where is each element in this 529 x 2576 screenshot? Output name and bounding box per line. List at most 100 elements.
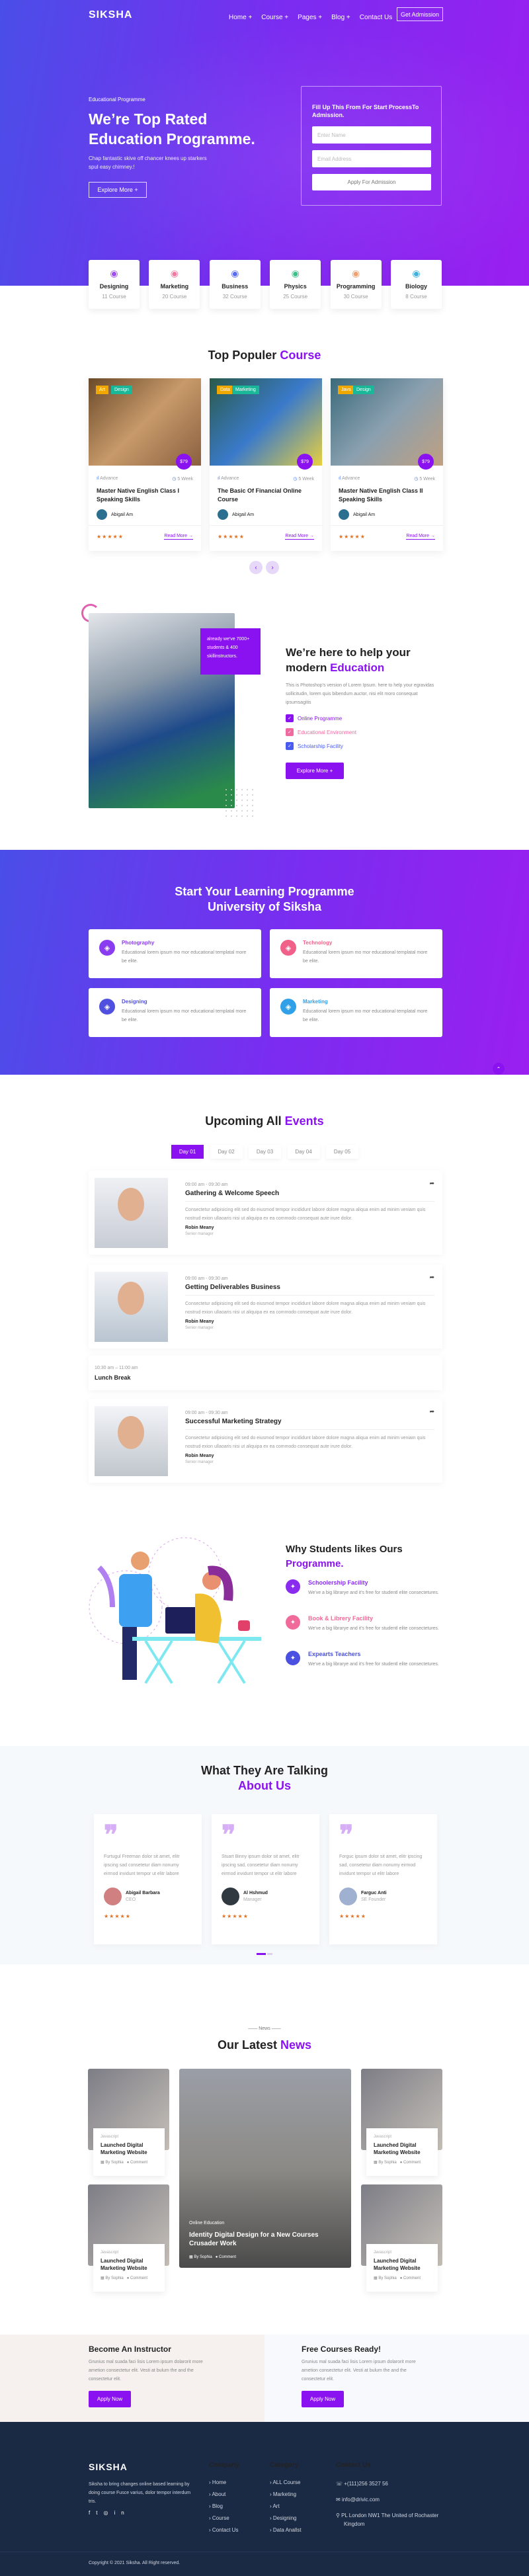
course-title[interactable]: The Basic Of Financial Online Course <box>210 481 322 504</box>
footer-link[interactable]: › Home <box>209 2479 238 2485</box>
slider-dot[interactable] <box>267 1953 272 1955</box>
about-explore-button[interactable]: Explore More + <box>286 763 344 779</box>
nav-home[interactable]: Home + <box>229 14 252 21</box>
course-card[interactable]: Data Marketing $79 ıl Advance ◷ 5 Week The Ba… <box>210 378 322 551</box>
megaphone-icon: ◉ <box>170 268 179 278</box>
category-card[interactable]: ◉ Physics 25 Course <box>270 260 321 309</box>
why-title: Why Students likes Ours Programme. <box>286 1544 403 1569</box>
prev-arrow-button[interactable]: ‹ <box>249 561 263 574</box>
news-title[interactable]: Launched Digital Marketing Website <box>374 2141 430 2156</box>
nav-pages[interactable]: Pages + <box>298 14 322 21</box>
programme-card[interactable]: ◈ Photography Educational lorem ipsum mo m… <box>89 929 261 978</box>
tab-day-1[interactable]: Day 01 <box>171 1145 204 1159</box>
course-card[interactable]: Java Design $79 ıl Advance ◷ 5 Week Master Na… <box>331 378 443 551</box>
footer-link[interactable]: › Designing <box>270 2515 302 2521</box>
category-count: 25 Course <box>283 294 308 300</box>
programme-card[interactable]: ◈ Technology Educational lorem ipsum mo mo… <box>270 929 442 978</box>
rating-stars: ★★★★★ <box>97 534 124 540</box>
read-more-link[interactable]: Read More → <box>164 534 193 540</box>
scroll-top-button[interactable]: ⌃ <box>493 1063 505 1075</box>
rating-stars: ★★★★★ <box>218 534 245 540</box>
course-title[interactable]: Master Native English Class I Speaking S… <box>89 481 201 504</box>
footer-logo[interactable]: SIKSHA <box>89 2462 128 2472</box>
get-admission-button[interactable]: Get Admission <box>397 7 443 21</box>
slider-dot-active[interactable] <box>257 1953 266 1955</box>
apply-now-button[interactable]: Apply Now <box>89 2391 131 2407</box>
share-icon[interactable]: ➦ <box>429 1180 434 1187</box>
course-image: Art Design $79 <box>89 378 201 470</box>
twitter-icon[interactable]: t <box>96 2510 103 2516</box>
course-image: Java Design $79 <box>331 378 443 470</box>
footer-company-links: › Home › About › Blog › Course › Contact Us <box>209 2479 238 2539</box>
footer-link[interactable]: › Contact Us <box>209 2527 238 2533</box>
why-item: ✦ Expearts Teachers We've a big librarye a… <box>286 1651 444 1669</box>
news-title[interactable]: Launched Digital Marketing Website <box>374 2257 430 2272</box>
category-name: Designing <box>99 283 129 290</box>
footer-link[interactable]: › Marketing <box>270 2491 302 2497</box>
news-card[interactable]: Javascript Launched Digital Marketing Web… <box>366 2244 438 2292</box>
explore-more-button[interactable]: Explore More + <box>89 182 147 198</box>
event-title[interactable]: Successful Marketing Strategy <box>185 1418 434 1430</box>
apply-now-button[interactable]: Apply Now <box>302 2391 344 2407</box>
nav-course[interactable]: Course + <box>261 14 288 21</box>
footer-about: Siksha to bring changes online based lea… <box>89 2482 191 2504</box>
category-card[interactable]: ◉ Programming 30 Course <box>330 260 382 309</box>
atom-icon: ◉ <box>291 268 300 278</box>
programme-card[interactable]: ◈ Marketing Educational lorem ipsum mo mor… <box>270 988 442 1037</box>
footer-link[interactable]: › Data Anallst <box>270 2527 302 2533</box>
tab-day-2[interactable]: Day 02 <box>210 1145 243 1159</box>
tab-day-3[interactable]: Day 03 <box>249 1145 281 1159</box>
category-card[interactable]: ◉ Designing 11 Course <box>89 260 140 309</box>
category-card[interactable]: ◉ Business 32 Course <box>209 260 261 309</box>
nav-contact[interactable]: Contact Us <box>360 14 392 21</box>
footer-link[interactable]: › About <box>209 2491 238 2497</box>
news-category: Javascript <box>374 2135 392 2139</box>
why-item-desc: We've a big librarye and it's free for s… <box>308 1662 439 1667</box>
footer-link[interactable]: › Course <box>209 2515 238 2521</box>
course-card[interactable]: Art Design $79 ıl Advance ◷ 5 Week Master Nat… <box>89 378 201 551</box>
news-title[interactable]: Launched Digital Marketing Website <box>101 2141 157 2156</box>
avatar <box>218 509 228 520</box>
programme-card[interactable]: ◈ Designing Educational lorem ipsum mo mor… <box>89 988 261 1037</box>
bulb-icon: ◉ <box>110 268 118 278</box>
news-card[interactable]: Javascript Launched Digital Marketing Web… <box>366 2128 438 2176</box>
linkedin-icon[interactable]: in <box>114 2510 130 2516</box>
instagram-icon[interactable]: ◎ <box>103 2510 114 2516</box>
testimonial-card: ❞ Furtugul Freeman dolor sit amet, elitr … <box>94 1814 202 1944</box>
programme-desc: Educational lorem ipsum mo mor education… <box>122 1009 247 1022</box>
category-card[interactable]: ◉ Biology 8 Course <box>391 260 442 309</box>
nav-blog[interactable]: Blog + <box>331 14 350 21</box>
email-input[interactable]: Email Address <box>312 150 431 167</box>
event-title[interactable]: Getting Deliverables Business <box>185 1284 434 1296</box>
read-more-link[interactable]: Read More → <box>406 534 435 540</box>
footer-category-links: › ALL Course › Marketing › Art › Designing ›… <box>270 2479 302 2539</box>
apply-admission-button[interactable]: Apply For Admission <box>312 174 431 190</box>
course-tag: Data <box>217 386 233 394</box>
name-input[interactable]: Enter Name <box>312 126 431 144</box>
footer-link[interactable]: › ALL Course <box>270 2479 302 2485</box>
share-icon[interactable]: ➦ <box>429 1274 434 1281</box>
tab-day-5[interactable]: Day 05 <box>326 1145 358 1159</box>
event-title[interactable]: Gathering & Welcome Speech <box>185 1190 434 1202</box>
news-card[interactable]: Javascript Launched Digital Marketing Web… <box>93 2244 165 2292</box>
featured-news-title[interactable]: Identity Digital Design for a New Course… <box>189 2231 328 2248</box>
price-badge: $79 <box>176 454 192 470</box>
course-title[interactable]: Master Native English Class II Speaking … <box>331 481 443 504</box>
news-meta: ▦ By Sophia ● Comment <box>101 2161 148 2165</box>
next-arrow-button[interactable]: › <box>266 561 279 574</box>
tab-day-4[interactable]: Day 04 <box>288 1145 320 1159</box>
event-card: 09:00 am - 09:30 am Gathering & Welcome S… <box>89 1171 442 1255</box>
copyright: Copyright © 2021 Siksha. All Right reser… <box>89 2561 181 2565</box>
read-more-link[interactable]: Read More → <box>285 534 314 540</box>
share-icon[interactable]: ➦ <box>429 1408 434 1415</box>
email-row[interactable]: ✉ info@drivic.com <box>336 2495 448 2504</box>
programme-title: Marketing <box>303 999 328 1005</box>
category-card[interactable]: ◉ Marketing 20 Course <box>149 260 200 309</box>
footer-link[interactable]: › Blog <box>209 2503 238 2509</box>
logo[interactable]: SIKSHA <box>89 9 132 21</box>
news-title[interactable]: Launched Digital Marketing Website <box>101 2257 157 2272</box>
facebook-icon[interactable]: f <box>89 2510 96 2516</box>
featured-news-card[interactable]: Online Education Identity Digital Design… <box>179 2069 351 2268</box>
footer-link[interactable]: › Art <box>270 2503 302 2509</box>
news-card[interactable]: Javascript Launched Digital Marketing Web… <box>93 2128 165 2176</box>
